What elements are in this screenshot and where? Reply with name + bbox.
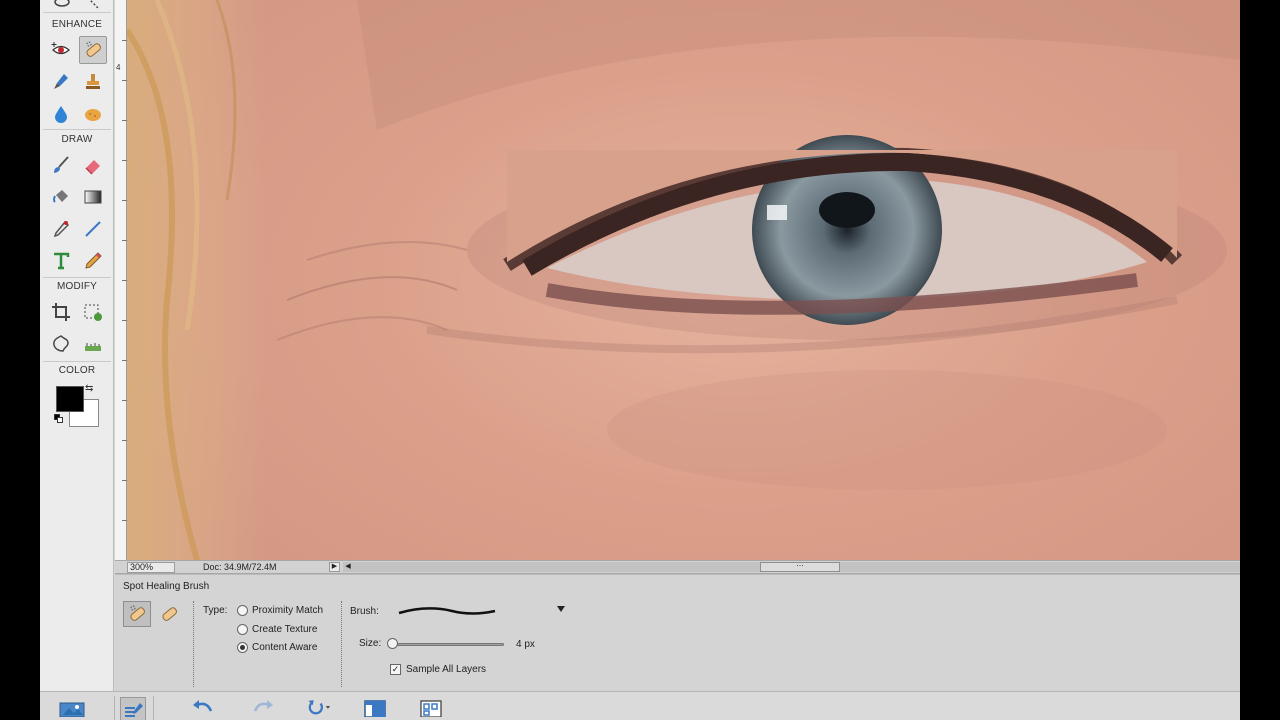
options-separator	[193, 601, 194, 687]
rotate-icon[interactable]	[305, 697, 331, 720]
enhance-section-label: ENHANCE	[51, 19, 103, 30]
tool-options-bar: Spot Healing Brush Type: Proximity Match…	[115, 574, 1240, 691]
foreground-color-swatch[interactable]	[56, 386, 84, 412]
brush-label: Brush:	[350, 606, 379, 617]
bottom-separator	[114, 696, 115, 720]
undo-icon[interactable]	[190, 697, 216, 720]
options-separator	[341, 601, 342, 687]
scrollbar-thumb[interactable]: ⋯	[760, 562, 840, 572]
proximity-match-label[interactable]: Proximity Match	[252, 605, 323, 616]
pencil-icon[interactable]	[79, 247, 107, 275]
type-icon[interactable]	[47, 247, 75, 275]
section-divider	[43, 361, 111, 362]
vertical-ruler: 4	[115, 0, 127, 560]
content-aware-move-icon[interactable]	[47, 330, 75, 358]
tool-options-icon[interactable]	[120, 697, 146, 720]
doc-size-info: Doc: 34.9M/72.4M	[203, 562, 277, 572]
brush-icon[interactable]	[47, 151, 75, 179]
scroll-left-arrow-icon[interactable]: ◀	[343, 562, 353, 572]
lasso-icon[interactable]	[48, 0, 76, 18]
photoshop-elements-window: ENHANCE DRAW MODIFY COLOR ⇆ 4 300% Doc: …	[40, 0, 1240, 720]
status-menu-arrow-icon[interactable]: ▶	[329, 562, 340, 572]
default-colors-icon[interactable]	[54, 414, 63, 423]
toolbox-panel: ENHANCE DRAW MODIFY COLOR ⇆	[40, 0, 114, 695]
eye-photo	[127, 0, 1240, 560]
eraser-icon[interactable]	[79, 151, 107, 179]
letterbox-left	[0, 0, 40, 720]
line-icon[interactable]	[79, 215, 107, 243]
layout-icon[interactable]	[362, 697, 388, 720]
paint-bucket-icon[interactable]	[47, 183, 75, 211]
swap-colors-icon[interactable]: ⇆	[85, 383, 93, 394]
tool-options-title: Spot Healing Brush	[123, 581, 210, 592]
clone-stamp-icon[interactable]	[79, 68, 107, 96]
size-slider-knob[interactable]	[387, 638, 398, 649]
type-label: Type:	[203, 605, 228, 616]
red-eye-removal-icon[interactable]	[47, 36, 75, 64]
spot-healing-brush-option-icon[interactable]	[123, 601, 151, 627]
size-value: 4 px	[516, 639, 535, 650]
smart-brush-icon[interactable]	[47, 68, 75, 96]
spot-healing-brush-icon[interactable]	[79, 36, 107, 64]
content-aware-label[interactable]: Content Aware	[252, 642, 317, 653]
content-aware-radio[interactable]	[237, 642, 248, 653]
sponge-icon[interactable]	[79, 100, 107, 128]
size-label: Size:	[359, 638, 382, 649]
draw-section-label: DRAW	[61, 134, 93, 145]
section-divider	[43, 12, 111, 13]
photo-bin-icon[interactable]	[59, 697, 85, 720]
create-texture-label[interactable]: Create Texture	[252, 624, 317, 635]
gradient-icon[interactable]	[79, 183, 107, 211]
crop-icon[interactable]	[47, 298, 75, 326]
recompose-icon[interactable]	[79, 298, 107, 326]
organizer-icon[interactable]	[418, 697, 444, 720]
brush-dropdown-icon[interactable]	[557, 606, 565, 612]
blur-icon[interactable]	[47, 100, 75, 128]
proximity-match-radio[interactable]	[237, 605, 248, 616]
bottom-separator	[153, 696, 154, 720]
sample-all-layers-label[interactable]: Sample All Layers	[406, 664, 486, 675]
section-divider	[43, 277, 111, 278]
redo-icon[interactable]	[250, 697, 276, 720]
letterbox-right	[1240, 0, 1280, 720]
modify-section-label: MODIFY	[56, 281, 98, 292]
create-texture-radio[interactable]	[237, 624, 248, 635]
quick-selection-icon[interactable]	[80, 0, 108, 18]
color-picker-icon[interactable]	[47, 215, 75, 243]
brush-stroke-preview[interactable]	[397, 603, 497, 619]
image-canvas[interactable]	[127, 0, 1240, 560]
ruler-mark: 4	[116, 63, 121, 72]
status-bar: 300% Doc: 34.9M/72.4M ▶ ◀ ⋯	[115, 560, 1240, 574]
color-section-label: COLOR	[58, 365, 96, 376]
straighten-icon[interactable]	[79, 330, 107, 358]
zoom-field[interactable]: 300%	[127, 562, 175, 573]
sample-all-layers-checkbox[interactable]: ✓	[390, 664, 401, 675]
horizontal-scrollbar[interactable]: ◀ ⋯	[343, 562, 1240, 572]
size-slider[interactable]	[391, 643, 504, 646]
bottom-taskbar	[40, 691, 1240, 720]
healing-brush-option-icon[interactable]	[155, 601, 183, 627]
section-divider	[43, 129, 111, 130]
